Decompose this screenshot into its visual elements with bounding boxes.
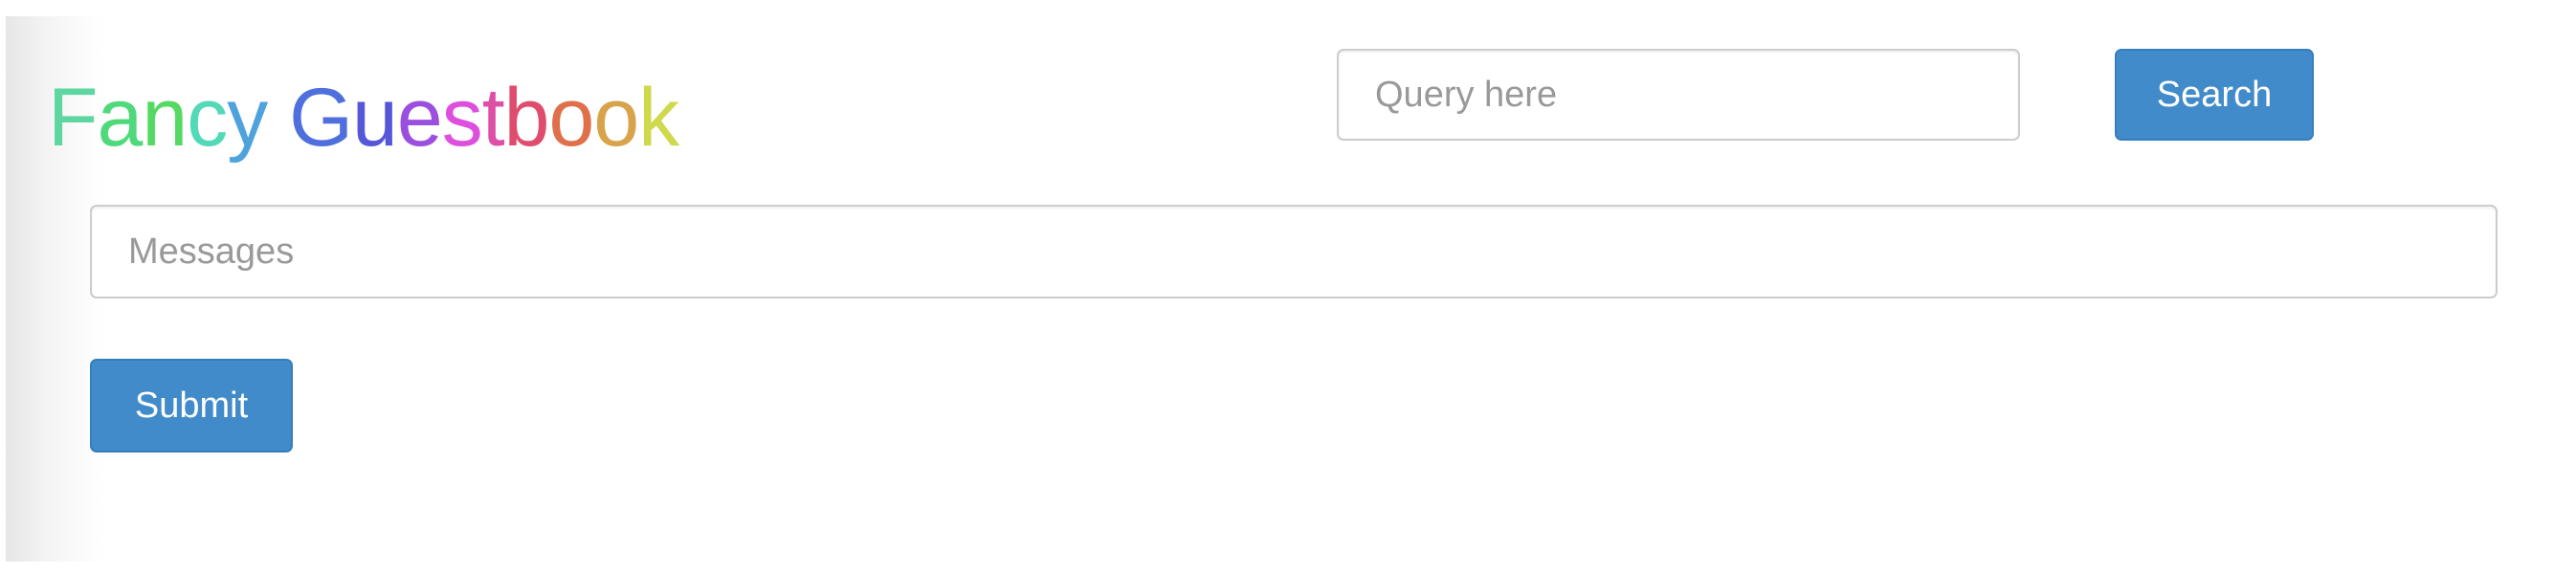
brand-letter: t (481, 72, 505, 164)
brand-title: Fancy Guestbook (48, 70, 679, 166)
brand-letter: e (396, 72, 443, 164)
brand-letter: o (548, 72, 594, 164)
brand-letter: y (227, 72, 268, 164)
message-input[interactable] (90, 205, 2498, 298)
brand-letter: u (352, 72, 398, 164)
search-button[interactable]: Search (2115, 49, 2314, 141)
page: Fancy Guestbook Search Submit (0, 0, 2576, 574)
brand-letter: F (48, 72, 99, 164)
brand-letter: a (97, 72, 144, 164)
brand-letter: n (142, 72, 188, 164)
brand-letter: b (503, 72, 550, 164)
brand-letter: k (638, 72, 679, 164)
brand-letter: s (441, 72, 483, 164)
brand-letter: G (289, 72, 353, 164)
brand-letter: c (187, 72, 228, 164)
brand-letter: o (593, 72, 639, 164)
search-input[interactable] (1337, 49, 2020, 141)
guestbook-view: Fancy Guestbook Search Submit (6, 16, 2570, 562)
submit-button[interactable]: Submit (90, 359, 293, 453)
brand-letter (267, 70, 289, 166)
